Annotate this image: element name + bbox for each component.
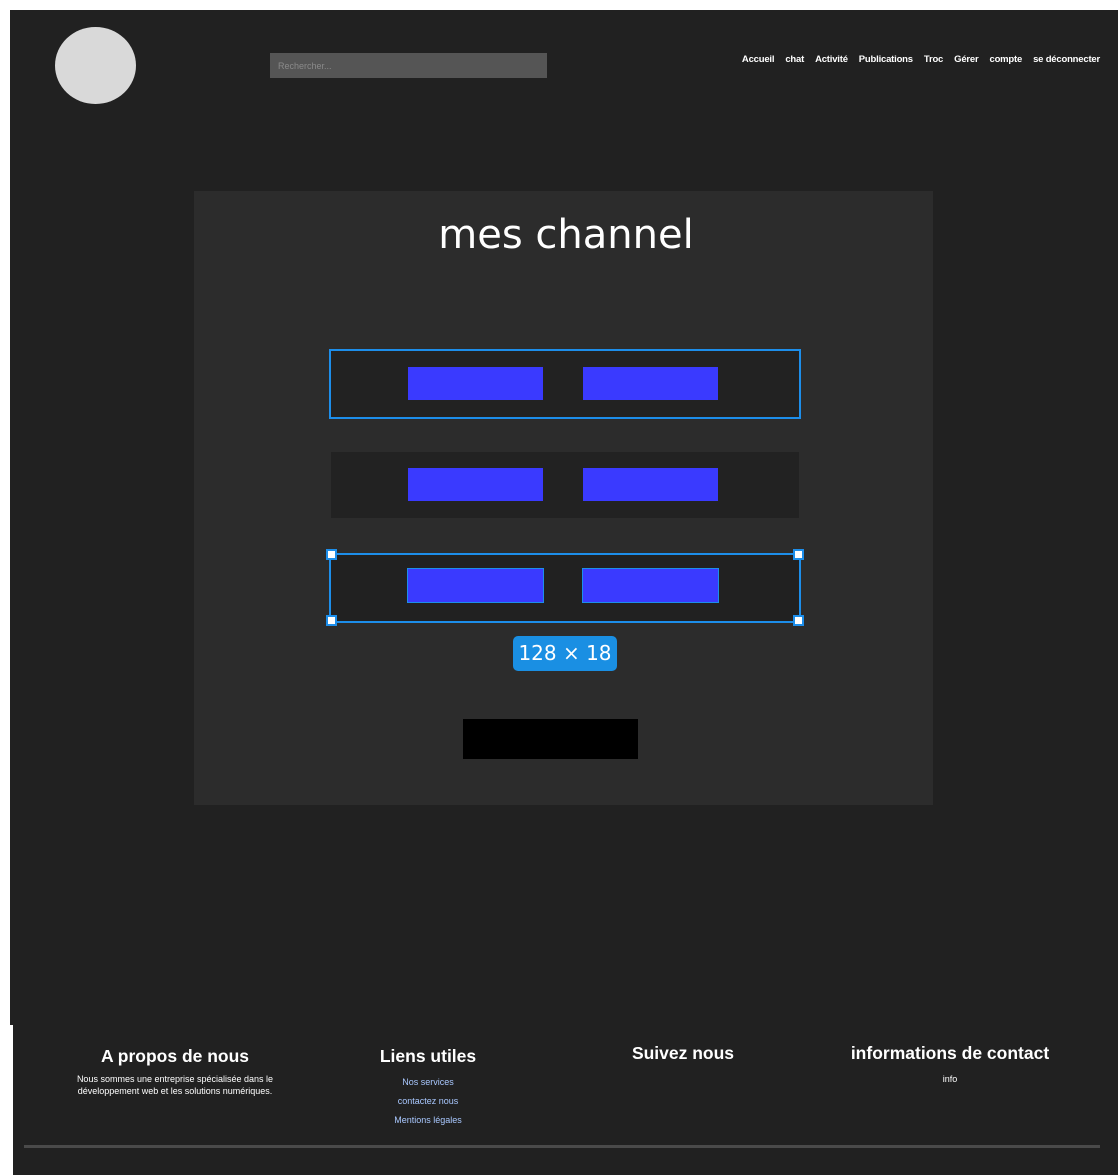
frame-edge: [8, 1025, 13, 1175]
channel-row[interactable]: [329, 349, 801, 419]
submit-button[interactable]: [463, 719, 638, 759]
resize-handle-bottom-right[interactable]: [793, 615, 804, 626]
search-input[interactable]: [270, 53, 547, 78]
channel-button-left[interactable]: [407, 568, 544, 603]
channel-row[interactable]: [331, 452, 799, 518]
channel-button-right[interactable]: [583, 468, 718, 501]
footer-about: A propos de nous Nous sommes une entrepr…: [60, 1046, 290, 1097]
footer-follow-title: Suivez nous: [631, 1043, 735, 1063]
nav-item-publications[interactable]: Publications: [859, 54, 913, 65]
channel-button-right[interactable]: [583, 367, 718, 400]
nav-item-gerer[interactable]: Gérer: [954, 54, 979, 65]
nav-item-troc[interactable]: Troc: [924, 54, 943, 65]
channel-button-left[interactable]: [408, 468, 543, 501]
footer-link-contact[interactable]: contactez nous: [348, 1096, 508, 1106]
resize-handle-bottom-left[interactable]: [326, 615, 337, 626]
footer-about-title: A propos de nous: [100, 1046, 250, 1066]
footer-links-title: Liens utiles: [379, 1046, 477, 1066]
page-title: mes channel: [438, 212, 694, 258]
footer-about-text: Nous sommes une entreprise spécialisée d…: [76, 1074, 274, 1096]
footer-contact-text: info: [942, 1074, 958, 1084]
nav-item-activite[interactable]: Activité: [815, 54, 848, 65]
main-nav: Accueil chat Activité Publications Troc …: [742, 54, 1100, 65]
footer-contact: informations de contact info: [830, 1043, 1070, 1085]
nav-item-compte[interactable]: compte: [990, 54, 1023, 65]
footer-link-mentions[interactable]: Mentions légales: [348, 1115, 508, 1125]
logo-avatar[interactable]: [55, 27, 136, 104]
nav-item-accueil[interactable]: Accueil: [742, 54, 775, 65]
resize-handle-top-right[interactable]: [793, 549, 804, 560]
footer-contact-title: informations de contact: [850, 1043, 1050, 1063]
channel-row-selected[interactable]: [329, 553, 801, 623]
footer-divider: [24, 1145, 1100, 1148]
size-badge: 128 × 18: [513, 636, 617, 671]
nav-item-deconnecter[interactable]: se déconnecter: [1033, 54, 1100, 65]
channel-button-right[interactable]: [582, 568, 719, 603]
resize-handle-top-left[interactable]: [326, 549, 337, 560]
channel-button-left[interactable]: [408, 367, 543, 400]
nav-item-chat[interactable]: chat: [785, 54, 804, 65]
footer-links: Liens utiles Nos services contactez nous…: [348, 1046, 508, 1125]
footer-link-services[interactable]: Nos services: [348, 1077, 508, 1087]
footer-follow: Suivez nous: [603, 1043, 763, 1064]
